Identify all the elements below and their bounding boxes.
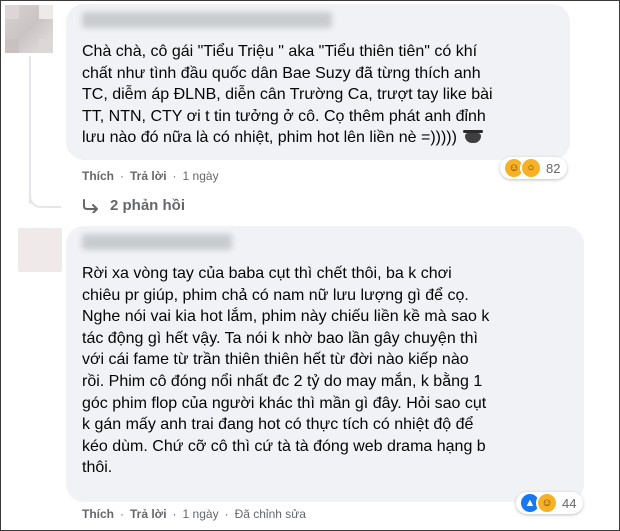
comment-text: Rời xa vòng tay của baba cụt thì chết th… — [82, 265, 490, 477]
reaction-count: 82 — [546, 160, 561, 176]
edited-label[interactable]: Đã chỉnh sửa — [235, 507, 306, 521]
haha-icon: ☺ — [536, 492, 558, 514]
separator-dot: · — [172, 507, 177, 521]
separator-dot: · — [120, 169, 124, 183]
commenter-avatar[interactable] — [18, 228, 62, 272]
view-replies-button[interactable]: 2 phản hồi — [82, 197, 185, 214]
reaction-summary[interactable]: ☺ ○ 82 — [500, 157, 568, 179]
reply-button[interactable]: Trả lời — [130, 169, 167, 183]
reply-arrow-icon — [83, 198, 98, 213]
comment-bubble: Rời xa vòng tay của baba cụt thì chết th… — [66, 226, 584, 502]
like-button[interactable]: Thích — [82, 169, 114, 183]
separator-dot: · — [120, 507, 124, 521]
like-button[interactable]: Thích — [82, 507, 114, 521]
comment-text: Chà chà, cô gái "Tiểu Triệu " aka "Tiểu … — [82, 43, 493, 147]
commenter-name-redacted — [82, 234, 232, 250]
comment-timestamp[interactable]: 1 ngày — [183, 507, 219, 521]
wow-icon: ○ — [520, 157, 542, 179]
reply-button[interactable]: Trả lời — [130, 507, 167, 521]
reaction-summary[interactable]: ▲ ☺ 44 — [516, 492, 584, 514]
commenter-name-redacted — [82, 12, 332, 28]
commenter-avatar[interactable] — [5, 5, 53, 53]
thread-connector — [29, 186, 61, 208]
comment-timestamp[interactable]: 1 ngày — [183, 169, 219, 183]
replies-label: 2 phản hồi — [110, 197, 185, 214]
pot-emoji-icon — [463, 130, 484, 144]
reaction-count: 44 — [562, 495, 577, 511]
comment-bubble: Chà chà, cô gái "Tiểu Triệu " aka "Tiểu … — [66, 4, 570, 160]
comment-actions: Thích · Trả lời · 1 ngày — [82, 169, 219, 183]
thread-line — [29, 56, 31, 204]
separator-dot: · — [224, 507, 229, 521]
separator-dot: · — [172, 169, 177, 183]
comment-actions: Thích · Trả lời · 1 ngày · Đã chỉnh sửa — [82, 507, 306, 521]
